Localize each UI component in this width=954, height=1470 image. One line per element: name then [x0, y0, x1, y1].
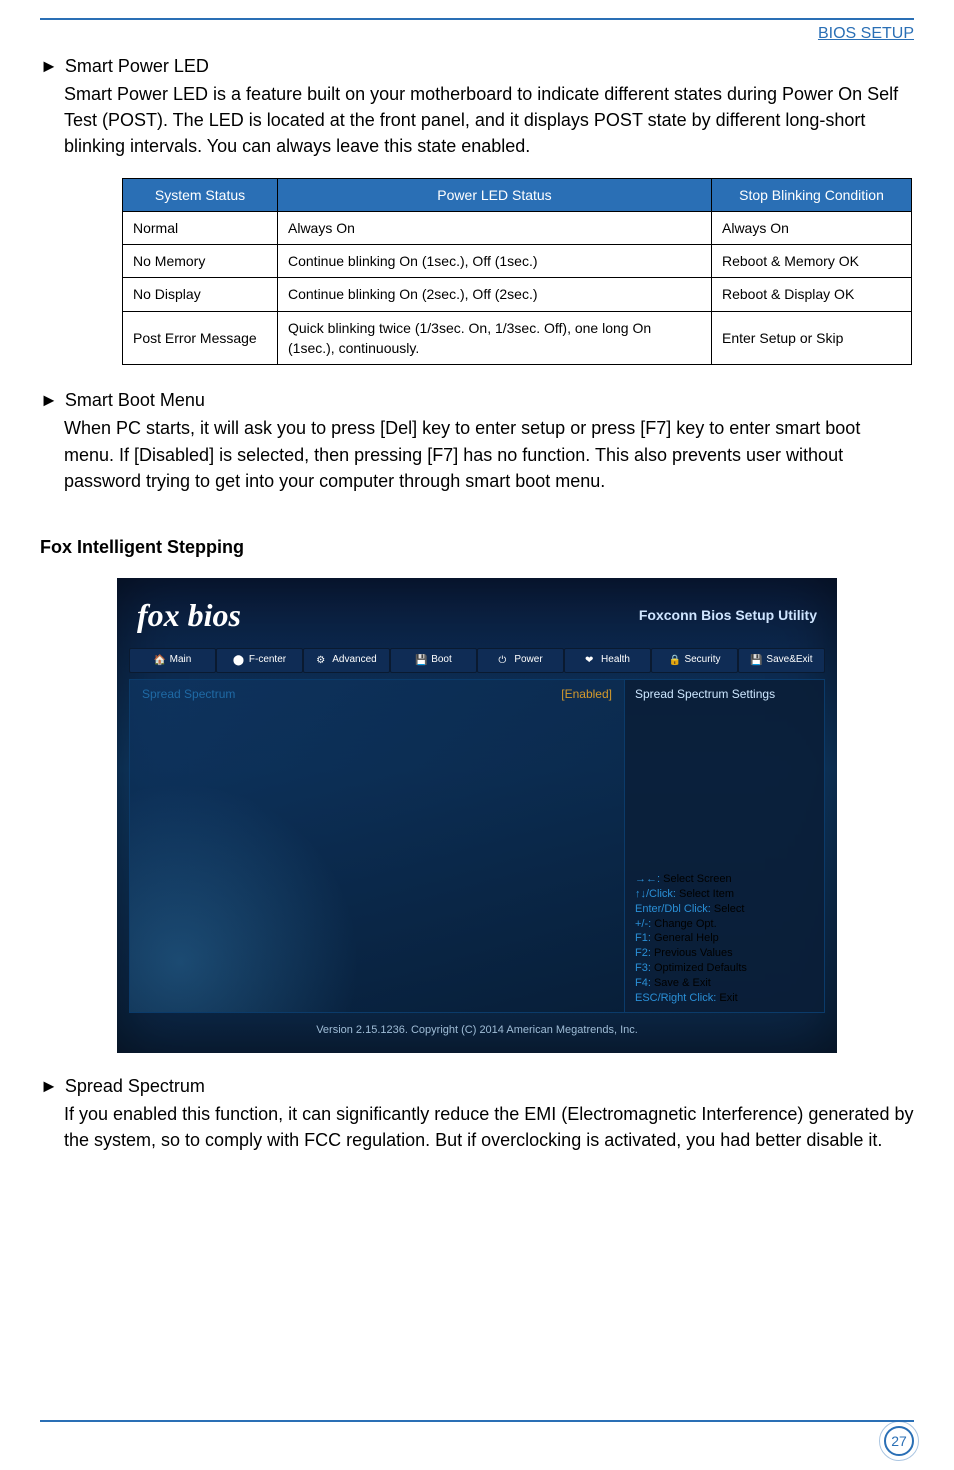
heading-text: Smart Power LED: [65, 56, 209, 76]
table-row: Post Error Message Quick blinking twice …: [123, 311, 912, 365]
bios-option-spread-spectrum[interactable]: Spread Spectrum: [142, 686, 235, 703]
cell: Always On: [278, 211, 712, 244]
key-hint: ↑↓/Click:: [635, 888, 676, 900]
cell: No Memory: [123, 245, 278, 278]
tab-label: Power: [514, 653, 542, 668]
bios-help-text: Spread Spectrum Settings: [635, 686, 814, 703]
smart-power-led-desc: Smart Power LED is a feature built on yo…: [64, 81, 914, 159]
spread-spectrum-desc: If you enabled this function, it can sig…: [64, 1101, 914, 1153]
home-icon: 🏠: [154, 654, 166, 666]
lock-icon: 🔒: [668, 654, 680, 666]
key-hint: +/-:: [635, 918, 651, 930]
center-icon: ⬤: [233, 654, 245, 666]
cell: No Display: [123, 278, 278, 311]
smart-boot-menu-desc: When PC starts, it will ask you to press…: [64, 415, 914, 493]
bios-tab-security[interactable]: 🔒 Security: [651, 648, 738, 673]
smart-power-led-heading: ► Smart Power LED: [40, 53, 914, 79]
health-icon: ❤: [585, 654, 597, 666]
bios-version-footer: Version 2.15.1236. Copyright (C) 2014 Am…: [117, 1023, 837, 1039]
save-icon: 💾: [750, 654, 762, 666]
bios-tab-bar: 🏠 Main ⬤ F-center ⚙ Advanced 💾 Boot ⏻ Power ❤…: [117, 648, 837, 673]
cell: Reboot & Memory OK: [712, 245, 912, 278]
heading-text: Smart Boot Menu: [65, 390, 205, 410]
advanced-icon: ⚙: [316, 654, 328, 666]
cell: Normal: [123, 211, 278, 244]
key-hint: F3:: [635, 962, 651, 974]
key-desc: Change Opt.: [651, 918, 716, 930]
key-desc: Save & Exit: [651, 977, 711, 989]
table-row: No Memory Continue blinking On (1sec.), …: [123, 245, 912, 278]
fox-intelligent-stepping-heading: Fox Intelligent Stepping: [40, 534, 914, 560]
bios-utility-title: Foxconn Bios Setup Utility: [639, 605, 817, 625]
key-hint: →←:: [635, 873, 660, 885]
bios-screenshot: fox bios Foxconn Bios Setup Utility 🏠 Mai…: [117, 578, 837, 1053]
arrow-icon: ►: [40, 390, 58, 410]
key-desc: Select Screen: [660, 873, 732, 885]
tab-label: Health: [601, 653, 630, 668]
cell: Always On: [712, 211, 912, 244]
key-desc: Exit: [716, 992, 737, 1004]
bios-main-panel: Spread Spectrum [Enabled]: [129, 679, 625, 1013]
footer-rule: [40, 1420, 914, 1422]
arrow-icon: ►: [40, 56, 58, 76]
bios-tab-saveexit[interactable]: 💾 Save&Exit: [738, 648, 825, 673]
tab-label: Security: [684, 653, 720, 668]
bios-option-value[interactable]: [Enabled]: [561, 686, 612, 703]
key-hint: F2:: [635, 947, 651, 959]
key-hint: F1:: [635, 932, 651, 944]
key-desc: General Help: [651, 932, 719, 944]
tab-label: Advanced: [332, 653, 376, 668]
spread-spectrum-heading: ► Spread Spectrum: [40, 1073, 914, 1099]
table-row: No Display Continue blinking On (2sec.),…: [123, 278, 912, 311]
tab-label: Main: [170, 653, 192, 668]
bios-key-legend: →←: Select Screen ↑↓/Click: Select Item …: [635, 872, 814, 1006]
key-desc: Select Item: [676, 888, 734, 900]
key-desc: Optimized Defaults: [651, 962, 747, 974]
table-row: Normal Always On Always On: [123, 211, 912, 244]
arrow-icon: ►: [40, 1076, 58, 1096]
tab-label: Boot: [431, 653, 452, 668]
th-stop-condition: Stop Blinking Condition: [712, 178, 912, 211]
key-hint: ESC/Right Click:: [635, 992, 716, 1004]
th-system-status: System Status: [123, 178, 278, 211]
cell: Quick blinking twice (1/3sec. On, 1/3sec…: [278, 311, 712, 365]
cell: Continue blinking On (1sec.), Off (1sec.…: [278, 245, 712, 278]
header-section-link: BIOS SETUP: [40, 18, 914, 45]
bios-tab-fcenter[interactable]: ⬤ F-center: [216, 648, 303, 673]
bios-tab-main[interactable]: 🏠 Main: [129, 648, 216, 673]
cell: Reboot & Display OK: [712, 278, 912, 311]
th-power-led-status: Power LED Status: [278, 178, 712, 211]
bios-tab-health[interactable]: ❤ Health: [564, 648, 651, 673]
power-icon: ⏻: [498, 654, 510, 666]
key-hint: F4:: [635, 977, 651, 989]
cell: Continue blinking On (2sec.), Off (2sec.…: [278, 278, 712, 311]
key-hint: Enter/Dbl Click:: [635, 903, 711, 915]
power-led-table: System Status Power LED Status Stop Blin…: [122, 178, 912, 366]
bios-tab-advanced[interactable]: ⚙ Advanced: [303, 648, 390, 673]
cell: Enter Setup or Skip: [712, 311, 912, 365]
smart-boot-menu-heading: ► Smart Boot Menu: [40, 387, 914, 413]
cell: Post Error Message: [123, 311, 278, 365]
tab-label: F-center: [249, 653, 286, 668]
key-desc: Previous Values: [651, 947, 733, 959]
bios-side-panel: Spread Spectrum Settings →←: Select Scre…: [625, 679, 825, 1013]
boot-icon: 💾: [415, 654, 427, 666]
bios-tab-boot[interactable]: 💾 Boot: [390, 648, 477, 673]
heading-text: Spread Spectrum: [65, 1076, 205, 1096]
bios-logo: fox bios: [137, 592, 241, 638]
bios-tab-power[interactable]: ⏻ Power: [477, 648, 564, 673]
tab-label: Save&Exit: [766, 653, 812, 668]
key-desc: Select: [711, 903, 745, 915]
